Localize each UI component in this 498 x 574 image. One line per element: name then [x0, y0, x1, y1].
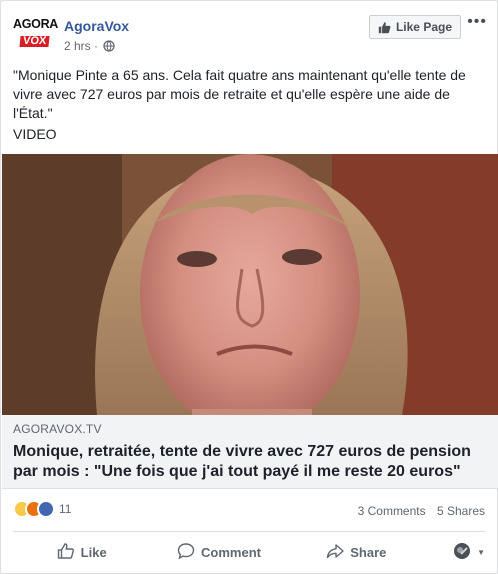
link-preview[interactable]: AGORAVOX.TV Monique, retraitée, tente de…	[2, 415, 498, 489]
like-button[interactable]: Like	[13, 533, 150, 571]
timestamp[interactable]: 2 hrs	[64, 39, 91, 53]
like-page-label: Like Page	[395, 20, 452, 34]
logo-text-vox: VOX	[19, 35, 51, 47]
link-domain: AGORAVOX.TV	[13, 422, 102, 436]
video-label: VIDEO	[13, 126, 57, 142]
comment-button[interactable]: Comment	[150, 533, 287, 571]
share-button[interactable]: Share	[288, 533, 425, 571]
post-header: AGORA VOX AgoraVox 2 hrs · Like Page •••	[13, 11, 487, 55]
globe-icon[interactable]	[103, 40, 116, 55]
meta-separator: ·	[94, 39, 99, 53]
thumbs-up-icon	[378, 21, 391, 34]
reactions-summary[interactable]: 11	[13, 500, 71, 518]
like-label: Like	[80, 544, 107, 560]
more-options-button[interactable]: •••	[467, 14, 487, 30]
logo-text-agora: AGORA	[13, 17, 59, 31]
share-label: Share	[350, 544, 387, 560]
chevron-down-icon: ▼	[477, 547, 485, 557]
reaction-count: 11	[59, 502, 72, 516]
post-card: AGORA VOX AgoraVox 2 hrs · Like Page •••…	[0, 0, 498, 574]
link-title[interactable]: Monique, retraitée, tente de vivre avec …	[13, 442, 493, 482]
like-reaction-icon	[37, 500, 55, 518]
page-avatar-small-icon	[453, 542, 471, 563]
comment-icon	[177, 542, 195, 563]
post-meta: 2 hrs ·	[64, 39, 116, 55]
action-bar: Like Comment Share ▼	[13, 533, 485, 571]
share-icon	[326, 542, 344, 563]
video-thumbnail[interactable]	[2, 154, 498, 415]
like-page-button[interactable]: Like Page	[368, 15, 461, 39]
post-as-selector[interactable]: ▼	[425, 533, 485, 571]
divider	[13, 531, 485, 532]
comment-label: Comment	[201, 544, 261, 560]
shares-count[interactable]: 5 Shares	[437, 504, 485, 518]
page-avatar[interactable]: AGORA VOX	[13, 13, 59, 57]
engagement-counts: 3 Comments 5 Shares	[358, 504, 485, 518]
post-stats: 11 3 Comments 5 Shares	[13, 499, 485, 523]
page-name-link[interactable]: AgoraVox	[64, 18, 129, 34]
comments-count[interactable]: 3 Comments	[358, 504, 426, 518]
post-text: "Monique Pinte a 65 ans. Cela fait quatr…	[13, 67, 466, 121]
thumbs-up-outline-icon	[57, 542, 75, 563]
